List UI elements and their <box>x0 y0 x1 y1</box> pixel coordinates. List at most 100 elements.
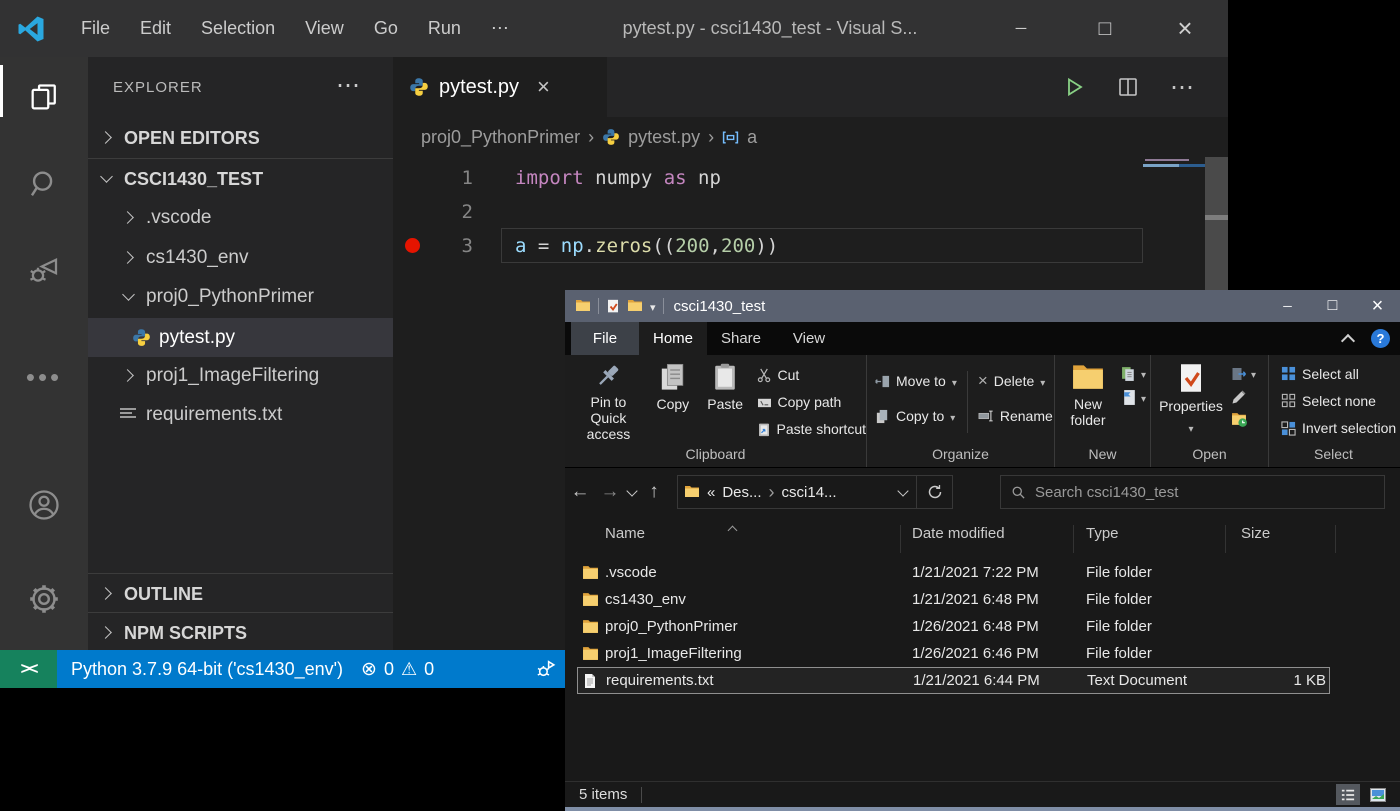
sidebar-actions-icon[interactable] <box>336 71 362 100</box>
column-divider[interactable] <box>1073 525 1074 553</box>
column-divider[interactable] <box>1335 525 1336 553</box>
folder-shortcut-icon[interactable] <box>627 299 643 313</box>
tree-root-csci1430-test[interactable]: CSCI1430_TEST <box>88 161 393 197</box>
menu-run[interactable]: Run <box>413 0 476 57</box>
settings-gear-icon[interactable] <box>0 567 88 631</box>
menu-more[interactable]: ⋯ <box>476 0 524 57</box>
account-icon[interactable] <box>0 473 88 537</box>
file-row-proj1[interactable]: proj1_ImageFiltering 1/26/2021 6:46 PM F… <box>577 640 1330 667</box>
column-divider[interactable] <box>1225 525 1226 553</box>
close-button[interactable] <box>1355 290 1400 322</box>
column-size[interactable]: Size <box>1241 525 1270 542</box>
move-to-button[interactable]: Move to <box>875 369 957 393</box>
cut-button[interactable]: Cut <box>757 363 867 387</box>
tab-close-icon[interactable] <box>537 74 550 100</box>
column-type[interactable]: Type <box>1086 525 1119 542</box>
remote-indicator[interactable] <box>0 650 57 688</box>
copy-path-button[interactable]: Copy path <box>757 390 867 414</box>
copy-to-button[interactable]: Copy to <box>875 404 957 428</box>
run-debug-icon[interactable] <box>0 239 88 303</box>
tree-item-cs1430-env[interactable]: cs1430_env <box>88 240 393 276</box>
customize-toolbar-caret-icon[interactable] <box>650 298 656 315</box>
history-button[interactable] <box>1231 412 1256 428</box>
details-view-button[interactable] <box>1336 784 1360 805</box>
minimize-button[interactable] <box>998 0 1044 57</box>
file-row-proj0[interactable]: proj0_PythonPrimer 1/26/2021 6:48 PM Fil… <box>577 613 1330 640</box>
open-button[interactable] <box>1231 365 1256 382</box>
line-number[interactable]: 2 <box>433 201 473 223</box>
tab-pytest-py[interactable]: pytest.py <box>393 57 607 117</box>
more-actions-icon[interactable] <box>1170 73 1194 102</box>
invert-selection-button[interactable]: Invert selection <box>1281 418 1396 439</box>
forward-button[interactable] <box>595 481 625 503</box>
edit-button[interactable] <box>1231 389 1256 405</box>
new-item-button[interactable] <box>1121 365 1146 382</box>
address-box[interactable]: « Des... csci14... <box>677 475 917 509</box>
tree-item-pytest-py[interactable]: pytest.py <box>88 318 393 357</box>
menu-edit[interactable]: Edit <box>125 0 186 57</box>
line-number[interactable]: 3 <box>433 235 473 257</box>
tab-file[interactable]: File <box>571 322 639 355</box>
python-interpreter-status[interactable]: Python 3.7.9 64-bit ('cs1430_env') <box>71 659 343 680</box>
thumbnail-view-button[interactable] <box>1366 784 1390 805</box>
section-open-editors[interactable]: OPEN EDITORS <box>88 120 393 156</box>
maximize-button[interactable] <box>1310 290 1355 322</box>
menu-view[interactable]: View <box>290 0 359 57</box>
address-dropdown-caret-icon[interactable] <box>896 485 910 499</box>
properties-button[interactable]: Properties <box>1159 363 1223 436</box>
column-name[interactable]: Name <box>605 525 645 542</box>
section-outline[interactable]: OUTLINE <box>88 576 393 612</box>
tree-item-requirements-txt[interactable]: requirements.txt <box>88 397 393 433</box>
split-editor-icon[interactable] <box>1116 75 1140 99</box>
minimize-button[interactable] <box>1265 290 1310 322</box>
select-none-button[interactable]: Select none <box>1281 390 1376 411</box>
paste-button[interactable]: Paste <box>702 363 749 412</box>
explorer-icon[interactable] <box>0 65 88 129</box>
run-python-file-icon[interactable] <box>1062 75 1086 99</box>
breadcrumb-current-folder[interactable]: csci14... <box>782 484 837 501</box>
tab-home[interactable]: Home <box>639 322 707 355</box>
up-button[interactable] <box>639 481 669 503</box>
tree-item-vscode-folder[interactable]: .vscode <box>88 200 393 236</box>
line-number[interactable]: 1 <box>433 167 473 189</box>
file-row-requirements-txt[interactable]: requirements.txt 1/21/2021 6:44 PM Text … <box>577 667 1330 694</box>
tree-item-proj0[interactable]: proj0_PythonPrimer <box>88 279 393 315</box>
file-row-cs1430-env[interactable]: cs1430_env 1/21/2021 6:48 PM File folder <box>577 586 1330 613</box>
tab-view[interactable]: View <box>775 322 843 355</box>
search-input[interactable] <box>1035 484 1374 501</box>
refresh-button[interactable] <box>917 475 953 509</box>
rename-button[interactable]: Rename <box>978 404 1053 428</box>
search-icon[interactable] <box>0 152 88 216</box>
maximize-button[interactable] <box>1082 0 1128 57</box>
problems-status[interactable]: 0 0 <box>361 658 434 681</box>
menu-selection[interactable]: Selection <box>186 0 290 57</box>
select-all-button[interactable]: Select all <box>1281 363 1359 384</box>
breadcrumb-symbol[interactable]: a <box>747 127 757 148</box>
scrollbar-slider[interactable] <box>1205 157 1228 297</box>
debug-status-icon[interactable] <box>533 657 558 682</box>
breadcrumb-folder[interactable]: proj0_PythonPrimer <box>421 127 580 148</box>
copy-button[interactable]: Copy <box>652 363 694 412</box>
column-date-modified[interactable]: Date modified <box>912 525 1005 542</box>
delete-button[interactable]: Delete <box>978 369 1053 393</box>
collapse-ribbon-icon[interactable] <box>1342 332 1354 344</box>
properties-shortcut-icon[interactable] <box>606 299 620 314</box>
tab-share[interactable]: Share <box>707 322 775 355</box>
section-npm-scripts[interactable]: NPM SCRIPTS <box>88 615 393 651</box>
easy-access-button[interactable] <box>1121 389 1146 406</box>
paste-shortcut-button[interactable]: Paste shortcut <box>757 417 867 441</box>
breadcrumb-desktop[interactable]: Des... <box>722 484 761 501</box>
file-row-vscode[interactable]: .vscode 1/21/2021 7:22 PM File folder <box>577 559 1330 586</box>
recent-locations-caret-icon[interactable] <box>625 485 639 499</box>
new-folder-button[interactable]: New folder <box>1063 363 1113 428</box>
pin-to-quick-access-button[interactable]: Pin to Quick access <box>573 363 644 442</box>
menu-file[interactable]: File <box>66 0 125 57</box>
breadcrumb-file[interactable]: pytest.py <box>628 127 700 148</box>
close-button[interactable] <box>1162 0 1208 57</box>
tree-item-proj1[interactable]: proj1_ImageFiltering <box>88 358 393 394</box>
more-views-icon[interactable]: ••• <box>0 345 88 409</box>
menu-go[interactable]: Go <box>359 0 413 57</box>
search-box[interactable] <box>1000 475 1385 509</box>
column-divider[interactable] <box>900 525 901 553</box>
help-icon[interactable]: ? <box>1371 329 1390 348</box>
